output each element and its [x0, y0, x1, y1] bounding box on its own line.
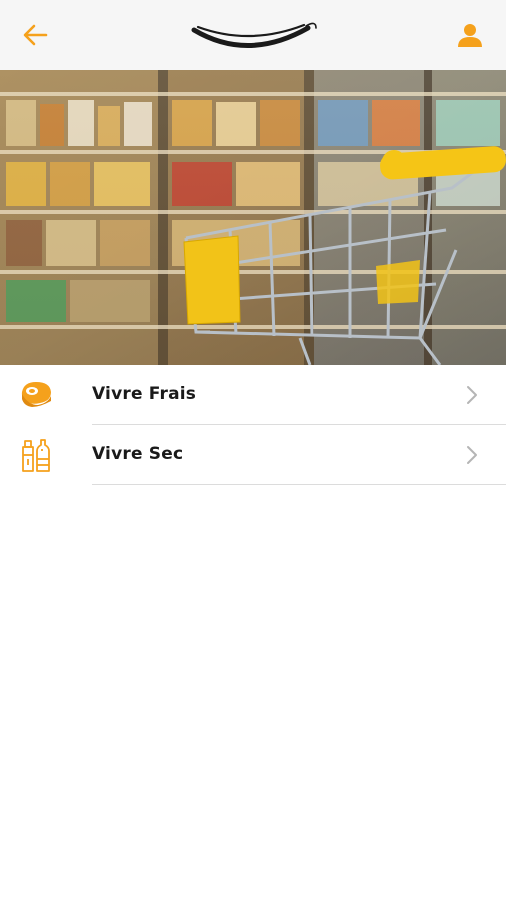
category-list: Vivre Frais Vivre Sec [0, 365, 506, 485]
arrow-left-icon [23, 24, 48, 46]
back-button[interactable] [18, 20, 52, 50]
chevron-right-icon [467, 446, 477, 464]
divider [92, 484, 506, 485]
chevron-right-icon [467, 386, 477, 404]
hero-banner [0, 70, 506, 365]
user-icon [458, 24, 482, 47]
groceries-bottles-icon [16, 437, 56, 473]
category-label: Vivre Sec [92, 444, 184, 464]
profile-button[interactable] [452, 19, 488, 51]
category-item-vivre-sec[interactable]: Vivre Sec [0, 425, 506, 485]
app-header [0, 0, 506, 70]
category-label: Vivre Frais [92, 384, 197, 404]
shopping-cart-photo [0, 70, 506, 365]
category-item-vivre-frais[interactable]: Vivre Frais [0, 365, 506, 425]
meat-steak-icon [16, 377, 56, 413]
smile-logo-icon [191, 22, 317, 48]
